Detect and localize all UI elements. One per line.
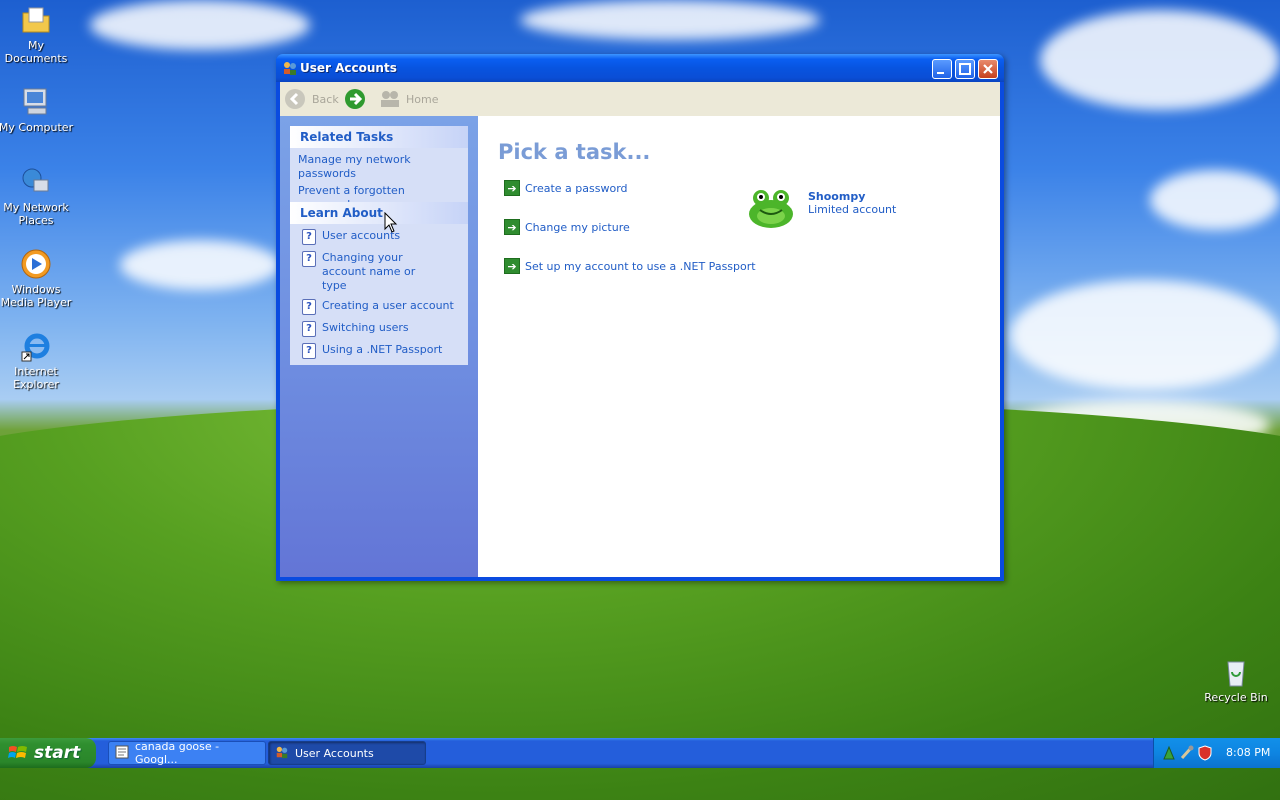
folder-documents-icon — [20, 4, 52, 36]
network-places-icon — [20, 166, 52, 198]
task-change-picture[interactable]: ➔ Change my picture — [504, 219, 630, 235]
task-net-passport[interactable]: ➔ Set up my account to use a .NET Passpo… — [504, 258, 756, 274]
internet-explorer-icon — [20, 330, 52, 362]
system-tray: 8:08 PM — [1153, 738, 1280, 768]
recycle-bin-icon — [1220, 656, 1252, 688]
home-button[interactable]: Home — [378, 87, 438, 111]
back-arrow-icon — [285, 89, 305, 109]
help-icon: ? — [302, 299, 316, 315]
clock[interactable]: 8:08 PM — [1226, 746, 1270, 759]
learn-about-heading[interactable]: Learn About — [290, 202, 468, 224]
network-tray-icon[interactable] — [1162, 745, 1176, 764]
taskbar-button-google[interactable]: canada goose - Googl... — [108, 740, 266, 766]
desktop-icon-my-network-places[interactable]: My Network Places — [0, 166, 74, 227]
main-pane: Pick a task... ➔ Create a password ➔ Cha… — [478, 116, 1000, 577]
minimize-button[interactable] — [932, 59, 952, 79]
task-create-password[interactable]: ➔ Create a password — [504, 180, 628, 196]
back-button[interactable]: Back — [284, 87, 339, 111]
green-arrow-icon: ➔ — [504, 258, 520, 274]
frog-avatar — [746, 186, 796, 233]
navigation-toolbar: Back Home — [280, 82, 1000, 117]
help-icon: ? — [302, 251, 316, 267]
start-button[interactable]: start — [0, 738, 96, 768]
link-manage-network-passwords[interactable]: Manage my network passwords — [298, 153, 460, 181]
users-home-icon — [381, 91, 399, 107]
taskbar-button-user-accounts[interactable]: User Accounts — [268, 741, 426, 765]
forward-arrow-icon — [345, 89, 365, 109]
computer-icon — [20, 86, 52, 118]
maximize-icon — [959, 63, 971, 75]
green-arrow-icon: ➔ — [504, 180, 520, 196]
task-pane: Related Tasks Manage my network password… — [280, 116, 478, 577]
learn-about-panel: Learn About ? User accounts ? Changing y… — [290, 202, 468, 365]
learn-item-user-accounts[interactable]: ? User accounts — [302, 229, 460, 245]
related-tasks-heading[interactable]: Related Tasks — [290, 126, 468, 148]
window-content: Related Tasks Manage my network password… — [280, 116, 1000, 577]
desktop-icon-recycle-bin[interactable]: Recycle Bin — [1198, 656, 1274, 704]
taskbar: start canada goose - Googl... User Accou… — [0, 738, 1280, 768]
window-titlebar[interactable]: User Accounts — [276, 54, 1004, 82]
help-icon: ? — [302, 229, 316, 245]
user-name: Shoompy — [808, 190, 866, 203]
user-account-card[interactable]: Shoompy Limited account — [746, 186, 896, 233]
windows-logo-icon — [8, 746, 27, 758]
help-icon: ? — [302, 343, 316, 359]
window-title: User Accounts — [300, 61, 397, 75]
tools-tray-icon[interactable] — [1180, 745, 1194, 764]
desktop-icon-my-computer[interactable]: My Computer — [0, 86, 74, 134]
green-arrow-icon: ➔ — [504, 219, 520, 235]
close-button[interactable] — [978, 59, 998, 79]
maximize-button[interactable] — [955, 59, 975, 79]
desktop-icon-windows-media-player[interactable]: Windows Media Player — [0, 248, 74, 309]
minimize-icon — [937, 72, 944, 74]
desktop-icon-internet-explorer[interactable]: Internet Explorer — [0, 330, 74, 391]
media-player-icon — [20, 248, 52, 280]
help-icon: ? — [302, 321, 316, 337]
close-icon — [983, 64, 993, 74]
page-title: Pick a task... — [498, 140, 651, 164]
notepad-window-icon — [115, 745, 129, 762]
user-accounts-window: User Accounts Back Home Related Tasks Ma… — [276, 54, 1004, 581]
learn-item-switching-users[interactable]: ? Switching users — [302, 321, 460, 337]
user-accounts-icon — [275, 745, 289, 762]
security-shield-icon[interactable] — [1198, 745, 1212, 764]
user-accounts-icon — [282, 60, 298, 76]
learn-item-changing-account[interactable]: ? Changing your account name or type — [302, 251, 460, 293]
learn-item-creating-account[interactable]: ? Creating a user account — [302, 299, 460, 315]
forward-button[interactable] — [344, 87, 366, 111]
user-account-type: Limited account — [808, 203, 897, 216]
desktop-icon-my-documents[interactable]: My Documents — [0, 4, 74, 65]
learn-item-net-passport[interactable]: ? Using a .NET Passport — [302, 343, 460, 359]
